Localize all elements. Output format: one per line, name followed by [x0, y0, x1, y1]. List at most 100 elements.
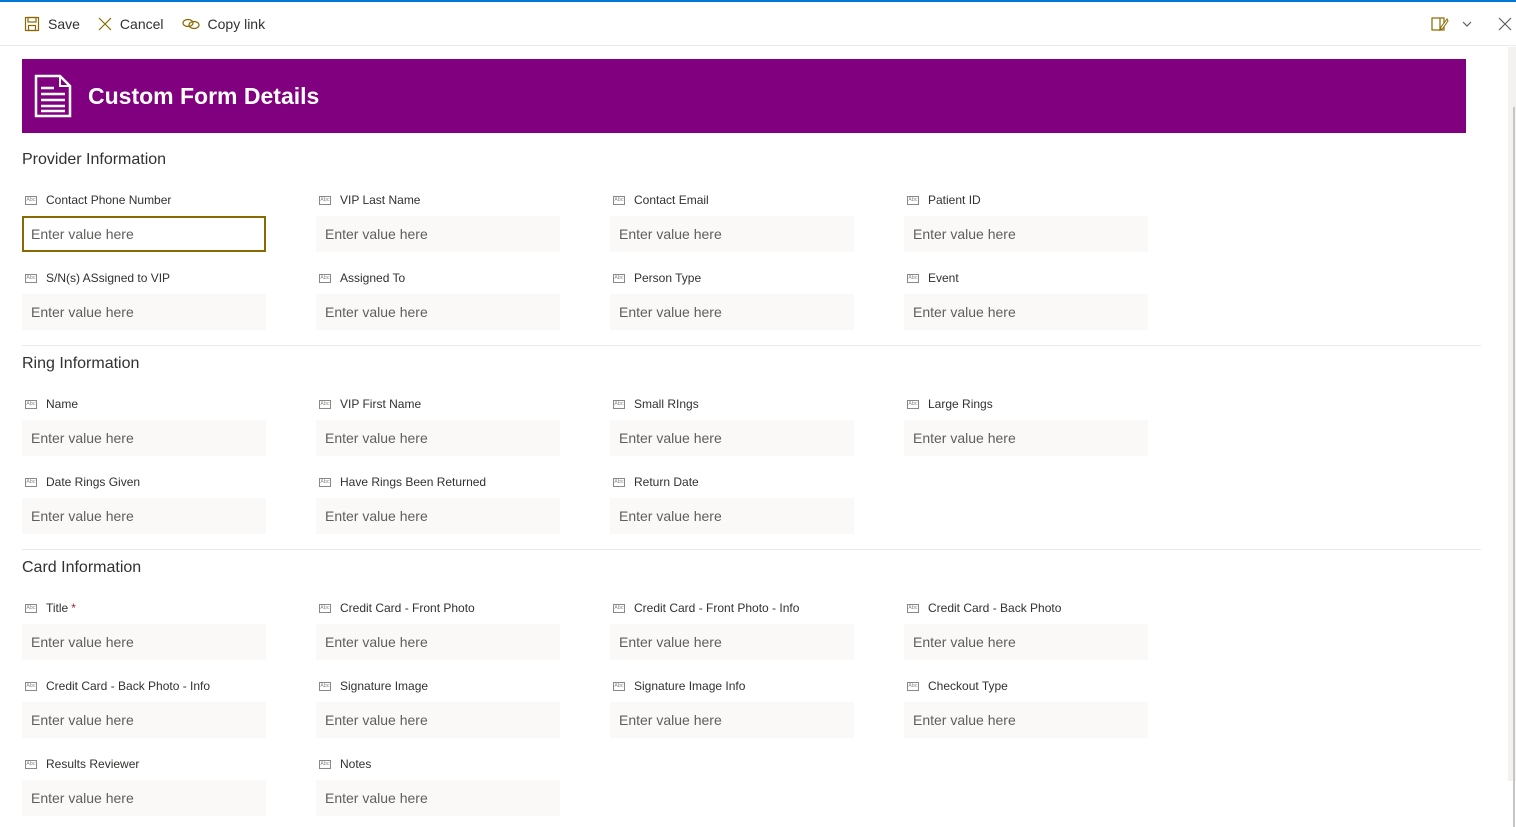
close-icon — [1498, 17, 1512, 31]
field-input[interactable] — [22, 498, 266, 534]
field-input[interactable] — [316, 216, 560, 252]
scrollbar-thumb[interactable] — [1513, 107, 1515, 827]
text-field-icon: Abc — [319, 759, 331, 769]
field-input[interactable] — [316, 624, 560, 660]
form-field: Abc Checkout Type — [904, 678, 1150, 738]
field-label-text: Date Rings Given — [46, 475, 141, 489]
save-label: Save — [48, 15, 80, 32]
field-label: Abc Notes — [316, 756, 562, 772]
field-label-text: Signature Image Info — [634, 679, 746, 693]
required-marker: * — [71, 601, 76, 615]
form-field: Abc Credit Card - Front Photo — [316, 600, 562, 660]
field-label-text: Contact Email — [634, 193, 709, 207]
field-label-text: Have Rings Been Returned — [340, 475, 487, 489]
form-field: Abc Large Rings — [904, 396, 1150, 456]
field-input[interactable] — [904, 702, 1148, 738]
field-input[interactable] — [316, 498, 560, 534]
form-title: Custom Form Details — [88, 82, 320, 109]
text-field-icon: Abc — [25, 273, 37, 283]
field-input[interactable] — [22, 780, 266, 816]
text-field-icon: Abc — [25, 759, 37, 769]
edit-form-button[interactable] — [1431, 2, 1449, 46]
form-field: Abc Date Rings Given — [22, 474, 268, 534]
field-label: Abc Event — [904, 270, 1150, 286]
form-field: Abc S/N(s) ASsigned to VIP — [22, 270, 268, 330]
text-field-icon: Abc — [613, 195, 625, 205]
field-label-text: Contact Phone Number — [46, 193, 172, 207]
field-label: Abc VIP First Name — [316, 396, 562, 412]
field-label-text: Notes — [340, 757, 372, 771]
form-field: Abc VIP First Name — [316, 396, 562, 456]
copy-link-label: Copy link — [207, 15, 266, 32]
field-label: Abc Return Date — [610, 474, 856, 490]
field-input[interactable] — [316, 420, 560, 456]
field-label: Abc Date Rings Given — [22, 474, 268, 490]
scrollbar[interactable] — [1508, 47, 1516, 827]
form-field: Abc Contact Email — [610, 192, 856, 252]
text-field-icon: Abc — [319, 273, 331, 283]
field-input[interactable] — [22, 624, 266, 660]
field-input[interactable] — [316, 294, 560, 330]
text-field-icon: Abc — [25, 195, 37, 205]
text-field-icon: Abc — [613, 603, 625, 613]
field-input[interactable] — [22, 420, 266, 456]
form-field: Abc Name — [22, 396, 268, 456]
form-field: Abc Event — [904, 270, 1150, 330]
edit-form-icon — [1431, 17, 1449, 32]
field-label: Abc S/N(s) ASsigned to VIP — [22, 270, 268, 286]
text-field-icon: Abc — [907, 273, 919, 283]
field-label: Abc Name — [22, 396, 268, 412]
form-field: Abc Results Reviewer — [22, 756, 268, 816]
field-input[interactable] — [610, 702, 854, 738]
field-input[interactable] — [22, 294, 266, 330]
field-input[interactable] — [904, 420, 1148, 456]
field-label: Abc Assigned To — [316, 270, 562, 286]
field-input[interactable] — [904, 216, 1148, 252]
document-icon — [34, 74, 72, 118]
text-field-icon: Abc — [319, 681, 331, 691]
field-input[interactable] — [316, 780, 560, 816]
field-input[interactable] — [610, 498, 854, 534]
field-label-text: Credit Card - Front Photo — [340, 601, 475, 615]
field-label: Abc VIP Last Name — [316, 192, 562, 208]
text-field-icon: Abc — [25, 399, 37, 409]
field-label-text: Large Rings — [928, 397, 993, 411]
field-input[interactable] — [610, 216, 854, 252]
field-label: Abc Signature Image Info — [610, 678, 856, 694]
form-field: Abc Assigned To — [316, 270, 562, 330]
field-label: Abc Credit Card - Back Photo - Info — [22, 678, 268, 694]
text-field-icon: Abc — [319, 195, 331, 205]
form-field: Abc Person Type — [610, 270, 856, 330]
field-input[interactable] — [904, 624, 1148, 660]
form-field: Abc Signature Image — [316, 678, 562, 738]
field-label: Abc Small RIngs — [610, 396, 856, 412]
field-label-text: Signature Image — [340, 679, 429, 693]
section-title: Provider Information — [22, 151, 167, 168]
field-label: Abc Credit Card - Front Photo - Info — [610, 600, 856, 616]
text-field-icon: Abc — [907, 399, 919, 409]
field-input[interactable] — [610, 624, 854, 660]
copy-link-button[interactable]: Copy link — [181, 2, 266, 46]
form-options-dropdown[interactable] — [1462, 2, 1472, 46]
text-field-icon: Abc — [319, 399, 331, 409]
field-input[interactable] — [610, 420, 854, 456]
form-field: Abc Contact Phone Number — [22, 192, 268, 252]
form-field: Abc Have Rings Been Returned — [316, 474, 562, 534]
field-label-text: Credit Card - Front Photo - Info — [634, 601, 800, 615]
field-input[interactable] — [316, 702, 560, 738]
text-field-icon: Abc — [613, 477, 625, 487]
field-input[interactable] — [22, 702, 266, 738]
field-input[interactable] — [22, 216, 266, 252]
cancel-button[interactable]: Cancel — [98, 2, 164, 46]
form-field: Abc Title * — [22, 600, 268, 660]
field-label: Abc Credit Card - Back Photo — [904, 600, 1150, 616]
field-label-text: Return Date — [634, 475, 699, 489]
field-label: Abc Checkout Type — [904, 678, 1150, 694]
close-panel-button[interactable] — [1498, 2, 1512, 46]
form-field: Abc Return Date — [610, 474, 856, 534]
field-input[interactable] — [904, 294, 1148, 330]
form-field: Abc Credit Card - Back Photo - Info — [22, 678, 268, 738]
save-button[interactable]: Save — [24, 2, 80, 46]
field-input[interactable] — [610, 294, 854, 330]
field-label-text: Event — [928, 271, 959, 285]
